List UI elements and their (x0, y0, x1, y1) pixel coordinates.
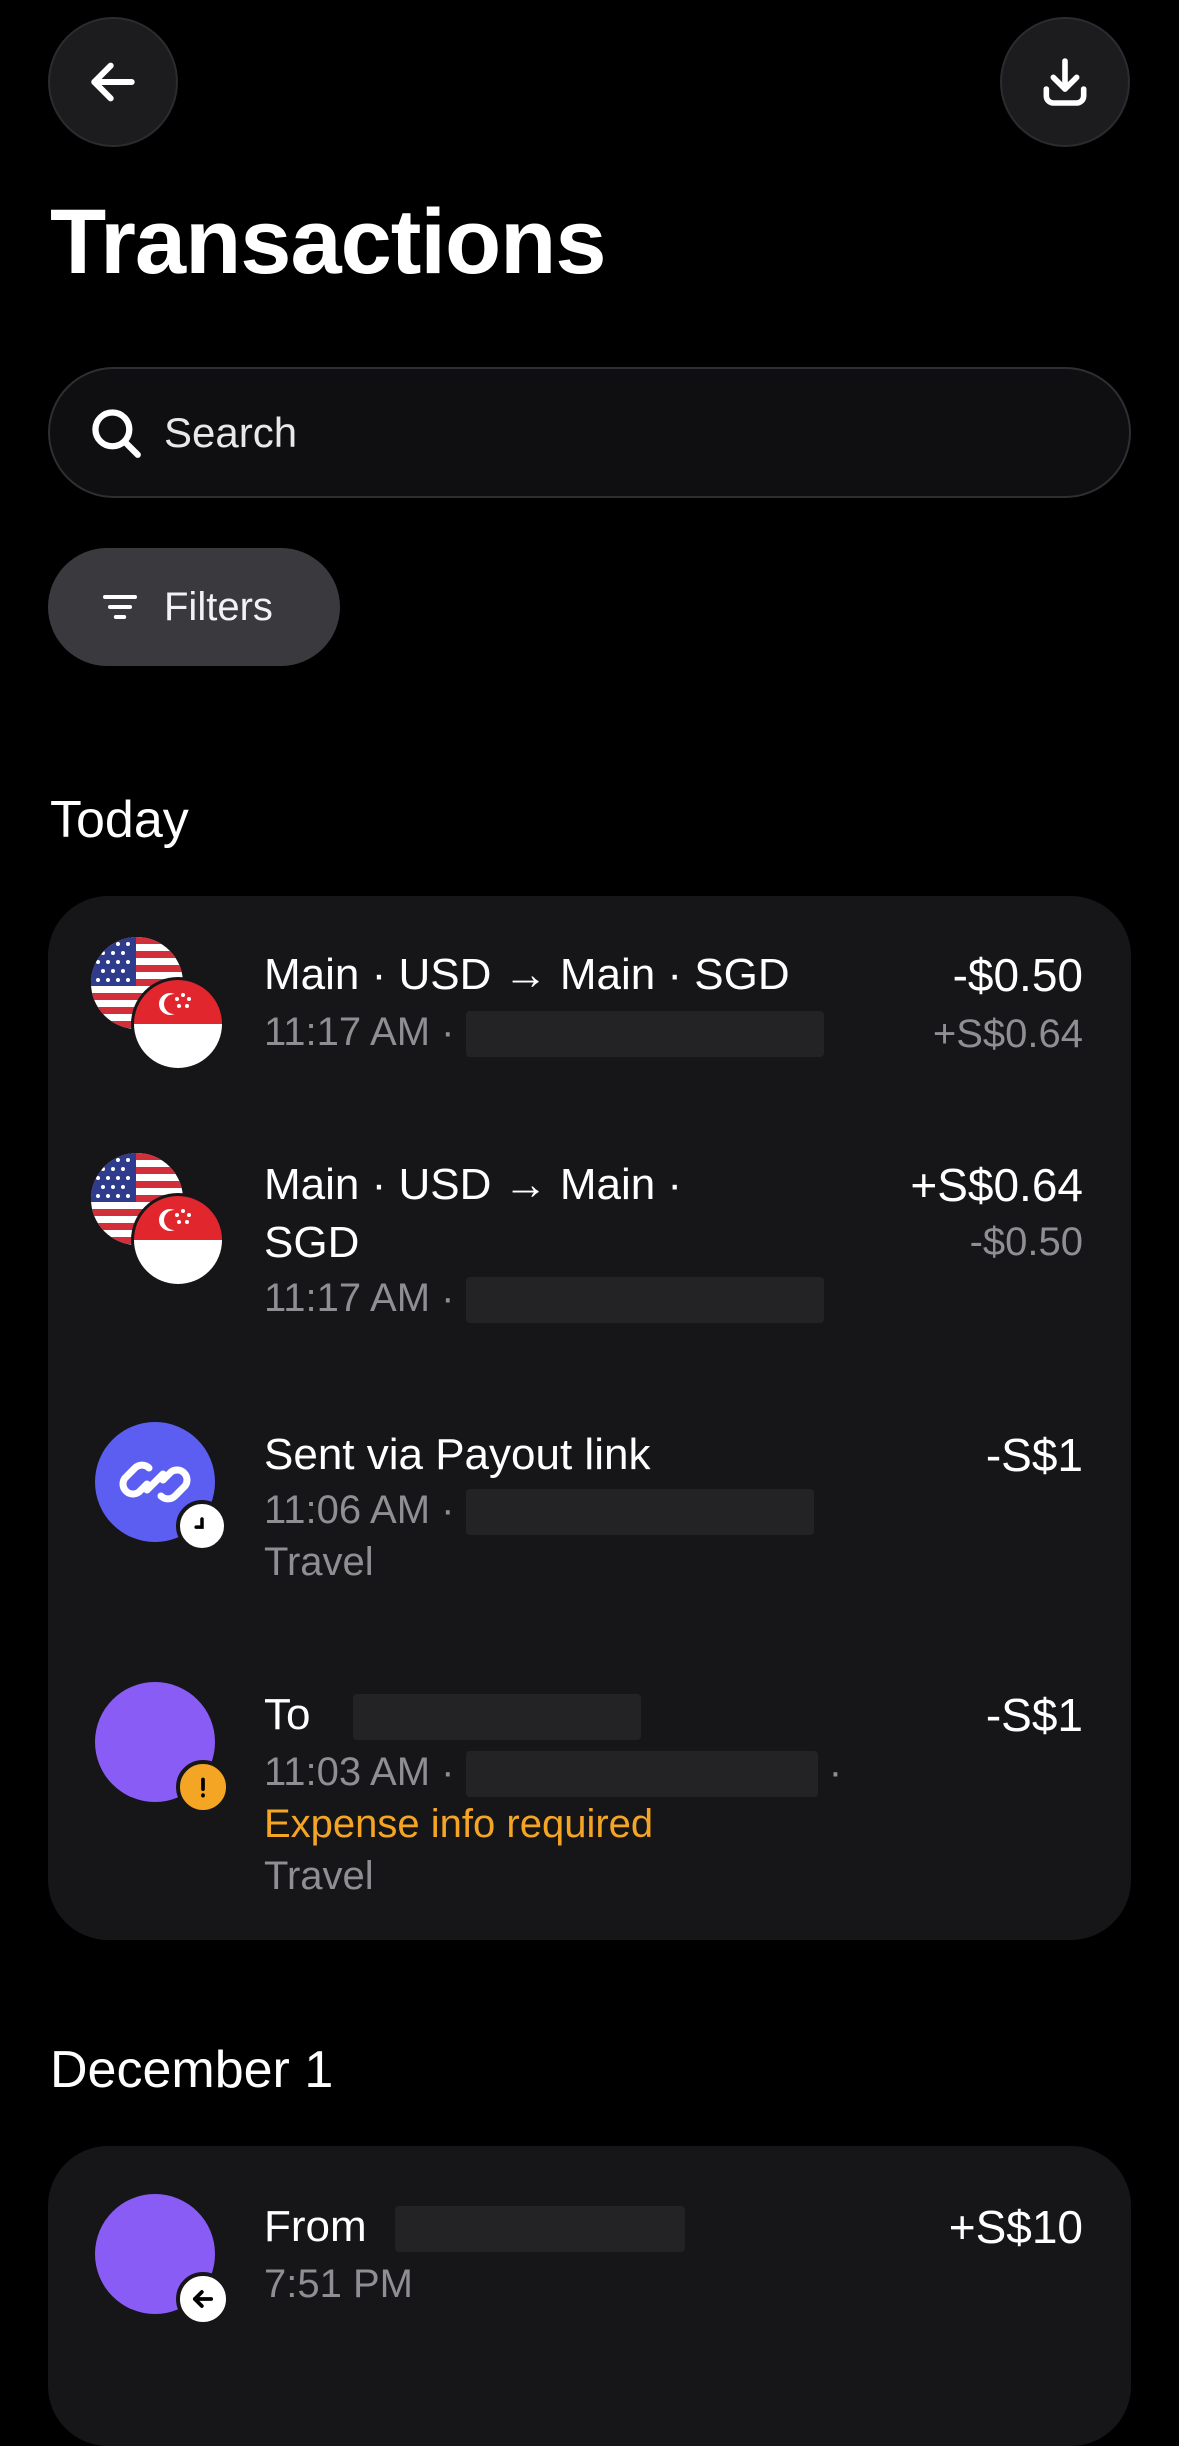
usd-sgd-flags-icon (90, 1152, 230, 1292)
transaction-time: 11:17 AM · (264, 1006, 824, 1058)
transaction-secondary-amount: -$0.50 (969, 1220, 1083, 1264)
search-input[interactable]: Search (48, 367, 1131, 498)
back-button[interactable] (48, 17, 178, 147)
transaction-amount: -S$1 (985, 1689, 1083, 1741)
transaction-category: Travel (264, 1854, 374, 1898)
redacted-text (465, 1751, 818, 1798)
transaction-name: To (264, 1686, 854, 1744)
arrow-left-icon (176, 2272, 230, 2326)
transactions-card-today: Main · USD → Main · SGD 11:17 AM · -$0.5… (48, 896, 1131, 1940)
transaction-row[interactable]: To 11:03 AM · · Expense info required Tr… (48, 1656, 1131, 1916)
section-title-december-1: December 1 (50, 2041, 334, 2099)
redacted-text (465, 1277, 824, 1324)
transaction-row[interactable]: Main · USD → Main · SGD 11:17 AM · -$0.5… (48, 896, 1131, 1096)
transaction-time: 11:03 AM · · (264, 1746, 842, 1798)
transaction-time: 11:17 AM · (264, 1272, 824, 1324)
filters-button[interactable]: Filters (48, 548, 340, 666)
arrow-left-icon (91, 62, 135, 102)
exclamation-icon (176, 1760, 230, 1814)
transaction-row[interactable]: Main · USD → Main · SGD 11:17 AM · +S$0.… (48, 1106, 1131, 1366)
page-title: Transactions (50, 191, 607, 293)
transaction-amount: +S$0.64 (910, 1159, 1083, 1211)
transaction-row[interactable]: From 7:51 PM +S$10 (48, 2146, 1131, 2366)
download-button[interactable] (1000, 17, 1130, 147)
transaction-time: 11:06 AM · (264, 1484, 814, 1536)
search-placeholder: Search (164, 408, 298, 456)
usd-sgd-flags-icon (90, 936, 230, 1076)
transaction-category: Travel (264, 1540, 374, 1584)
transaction-amount: -S$1 (985, 1429, 1083, 1481)
redacted-text (352, 1694, 641, 1741)
transaction-name: From (264, 2198, 854, 2256)
transaction-row[interactable]: Sent via Payout link 11:06 AM · Travel -… (48, 1396, 1131, 1626)
download-icon (1043, 58, 1087, 106)
transaction-amount: +S$10 (948, 2201, 1083, 2253)
transactions-card-december-1: From 7:51 PM +S$10 (48, 2146, 1131, 2446)
redacted-text (465, 1011, 824, 1058)
clock-icon (176, 1500, 228, 1552)
transaction-time: 7:51 PM (264, 2262, 413, 2306)
filter-icon (100, 587, 140, 627)
transaction-name: Sent via Payout link (264, 1430, 651, 1479)
transaction-amount: -$0.50 (952, 949, 1083, 1001)
expense-warning: Expense info required (264, 1802, 654, 1846)
section-title-today: Today (50, 791, 189, 849)
filters-label: Filters (164, 584, 273, 629)
transaction-secondary-amount: +S$0.64 (932, 1012, 1083, 1056)
redacted-text (394, 2206, 685, 2253)
transaction-name: Main · USD → Main · SGD (264, 950, 790, 999)
transaction-name: Main · USD → Main · SGD (264, 1160, 683, 1267)
redacted-text (465, 1489, 814, 1536)
search-icon (86, 403, 146, 463)
